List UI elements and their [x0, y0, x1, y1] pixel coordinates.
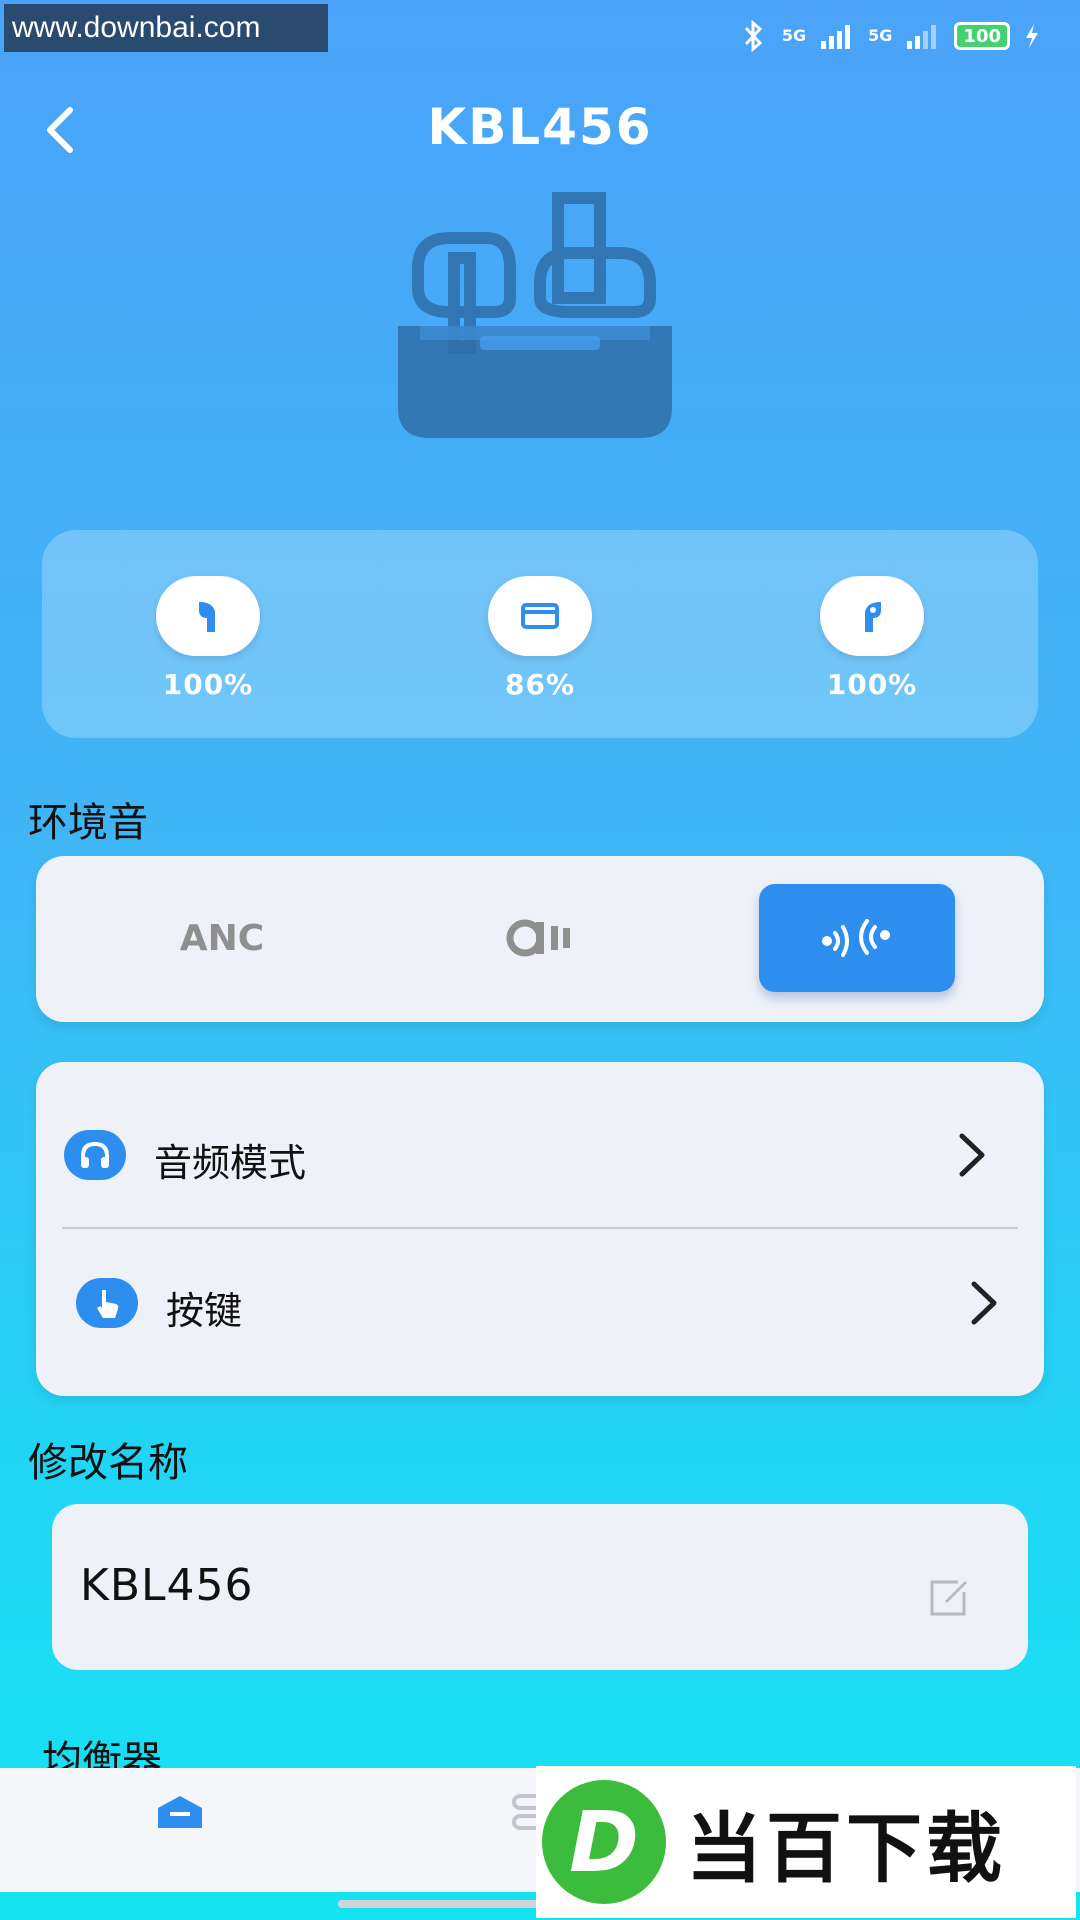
- charging-icon: [1026, 24, 1038, 48]
- mode-anc-button[interactable]: ANC: [124, 884, 320, 992]
- edit-icon[interactable]: [928, 1578, 972, 1618]
- signal-bars-icon: [907, 25, 937, 49]
- page-title: KBL456: [427, 98, 653, 156]
- keys-row[interactable]: 按键: [36, 1230, 1044, 1376]
- transparency-waves-icon: [822, 919, 890, 957]
- ambient-section-title: 环境音: [28, 800, 148, 846]
- chevron-right-icon: [971, 1281, 997, 1325]
- rename-section-title: 修改名称: [28, 1440, 188, 1486]
- case-battery: 86%: [480, 576, 600, 701]
- menu-divider: [62, 1227, 1018, 1229]
- right-earbud-battery: 100%: [812, 576, 932, 701]
- left-battery-percent: 100%: [162, 668, 254, 701]
- mode-transparency-button[interactable]: [759, 884, 955, 992]
- watermark: www.downbai.com: [4, 4, 328, 52]
- right-battery-percent: 100%: [826, 668, 918, 701]
- left-earbud-badge: [156, 576, 260, 656]
- earbuds-case-icon: [398, 192, 672, 438]
- left-earbud-battery: 100%: [148, 576, 268, 701]
- right-earbud-badge: [820, 576, 924, 656]
- tab-home-icon[interactable]: [150, 1788, 210, 1836]
- site-logo: D 当百下载: [536, 1766, 1076, 1918]
- headphones-icon: [81, 1141, 109, 1168]
- status-bar: 5G 5G 100: [738, 18, 1040, 54]
- device-name-value[interactable]: KBL456: [80, 1560, 254, 1611]
- signal-2-label: 5G: [868, 26, 893, 45]
- mode-normal-button[interactable]: [443, 884, 639, 992]
- case-icon: [521, 603, 559, 629]
- audio-mode-label: 音频模式: [154, 1141, 307, 1185]
- logo-letter: D: [569, 1793, 639, 1891]
- audio-mode-row[interactable]: 音频模式: [36, 1082, 1044, 1228]
- battery-indicator: 100: [954, 22, 1010, 50]
- logo-badge: D: [542, 1780, 666, 1904]
- logo-text: 当百下载: [686, 1804, 1006, 1893]
- ambient-off-icon: [506, 919, 570, 957]
- chevron-right-icon: [959, 1133, 985, 1177]
- keys-label: 按键: [166, 1289, 243, 1333]
- right-earbud-icon: [865, 602, 881, 632]
- touch-icon-badge: [76, 1278, 138, 1328]
- touch-hand-icon: [97, 1290, 119, 1318]
- headphones-icon-badge: [64, 1130, 126, 1180]
- bluetooth-icon: [744, 19, 763, 53]
- signal-bars-icon: [821, 25, 851, 49]
- case-battery-percent: 86%: [504, 668, 576, 701]
- case-badge: [488, 576, 592, 656]
- signal-1-label: 5G: [781, 26, 807, 45]
- left-earbud-icon: [199, 602, 215, 632]
